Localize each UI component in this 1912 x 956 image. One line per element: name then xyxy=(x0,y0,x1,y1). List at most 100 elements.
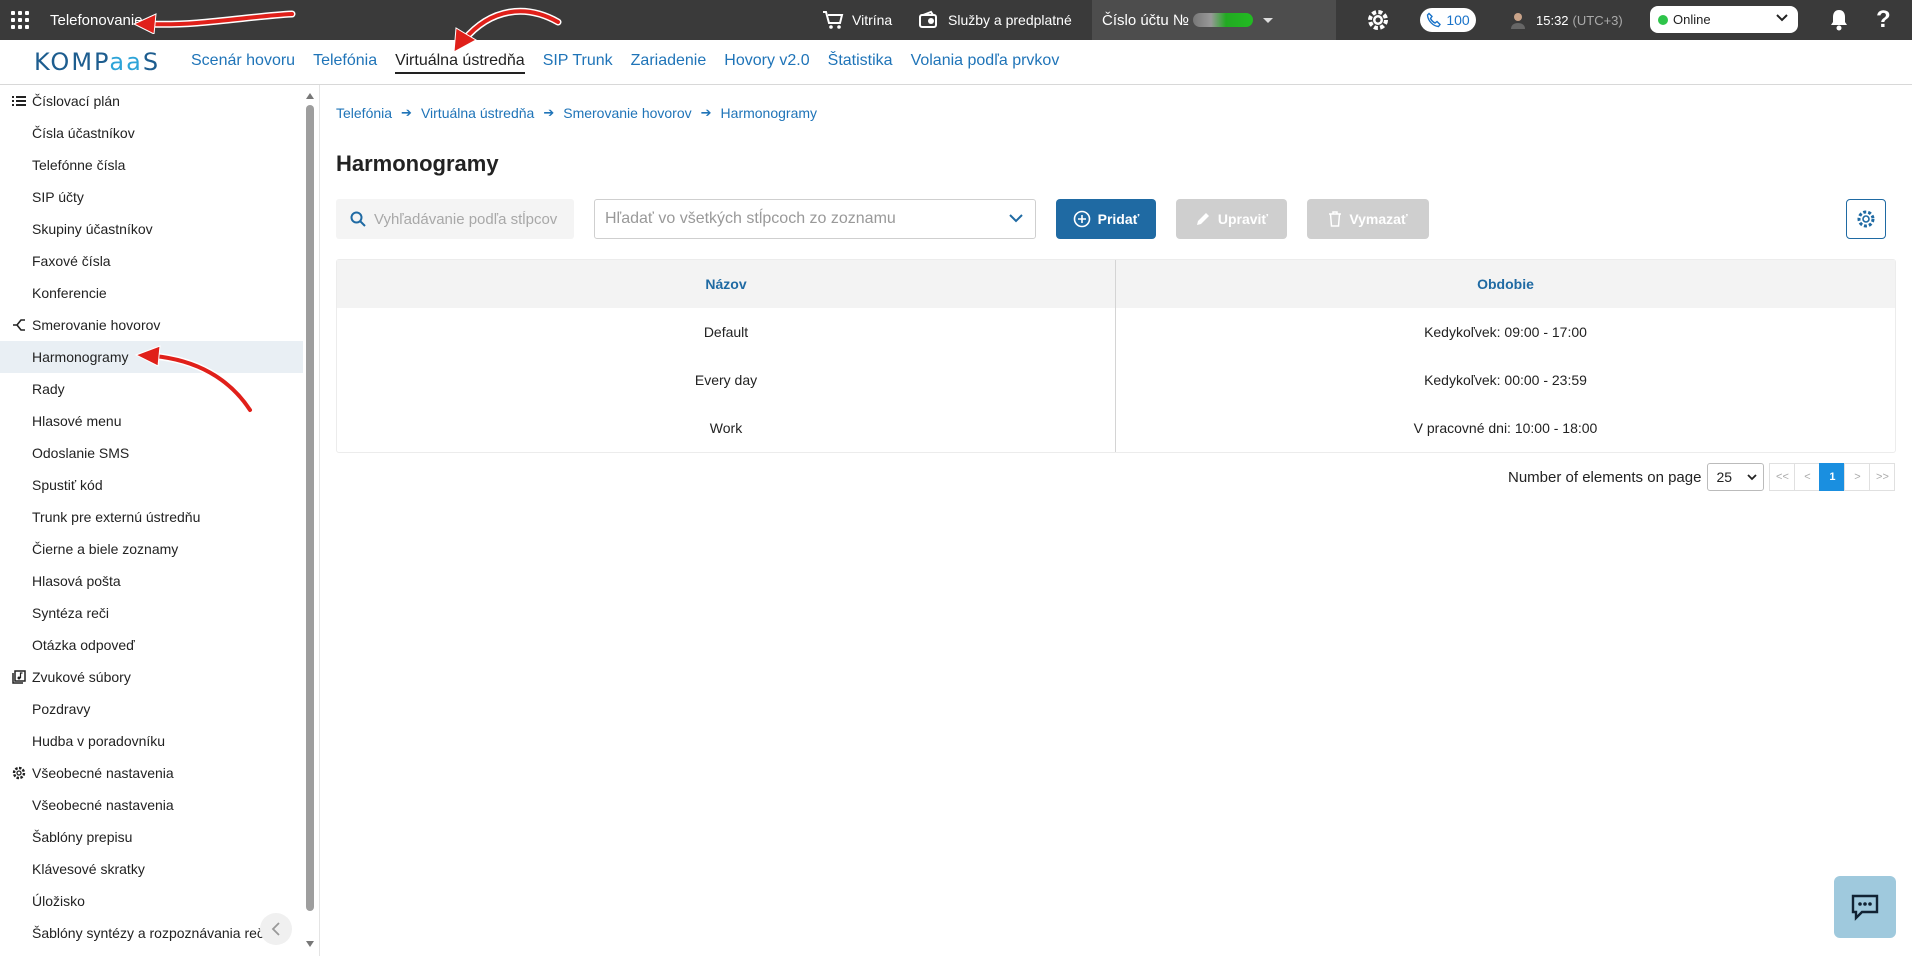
sidebar-item-question-answer[interactable]: Otázka odpoveď xyxy=(0,629,303,661)
sidebar-item-speech-templates[interactable]: Šablóny syntézy a rozpoznávania reč. xyxy=(0,917,303,949)
wallet-icon xyxy=(919,10,937,28)
chat-bubble-icon xyxy=(1851,894,1879,921)
sidebar-group-call-routing[interactable]: Smerovanie hovorov xyxy=(12,309,160,341)
column-header-name[interactable]: Názov xyxy=(337,260,1116,308)
sidebar-item-hold-music[interactable]: Hudba v poradovníku xyxy=(0,725,303,757)
prev-page-button[interactable]: < xyxy=(1794,463,1821,491)
calls-counter-badge[interactable]: 100 xyxy=(1420,8,1476,32)
user-clock[interactable]: 15:32 (UTC+3) xyxy=(1508,0,1623,40)
nav-tab-calls-v2[interactable]: Hovory v2.0 xyxy=(724,50,809,74)
sidebar-item-general-settings[interactable]: Všeobecné nastavenia xyxy=(0,789,303,821)
breadcrumb-item-schedules[interactable]: Harmonogramy xyxy=(721,105,817,121)
scroll-down-arrow-icon[interactable] xyxy=(306,941,314,947)
pencil-icon xyxy=(1196,213,1209,225)
nav-tab-statistics[interactable]: Štatistika xyxy=(828,50,893,74)
phone-icon xyxy=(1427,12,1442,28)
nav-tabs: Scenár hovoru Telefónia Virtuálna ústred… xyxy=(182,50,1068,74)
delete-button[interactable]: Vymazať xyxy=(1307,199,1429,239)
sidebar-group-numbering-plan[interactable]: Číslovací plán xyxy=(12,85,120,117)
column-filter-placeholder: Hľadať vo všetkých stĺpcoch zo zoznamu xyxy=(605,210,896,227)
table-header: Názov Obdobie xyxy=(337,260,1895,308)
settings-gear-button[interactable] xyxy=(1366,0,1398,40)
nav-tab-virtual-pbx[interactable]: Virtuálna ústredňa xyxy=(395,50,525,74)
sidebar-item-run-code[interactable]: Spustiť kód xyxy=(0,469,303,501)
sidebar-item-subscriber-numbers[interactable]: Čísla účastníkov xyxy=(0,117,303,149)
sidebar-item-greetings[interactable]: Pozdravy xyxy=(0,693,303,725)
table-row[interactable]: Default Kedykoľvek: 09:00 - 17:00 xyxy=(337,308,1895,356)
sidebar-item-phone-numbers[interactable]: Telefónne čísla xyxy=(0,149,303,181)
logo-text-left: KOMP xyxy=(34,48,110,76)
page-title: Harmonogramy xyxy=(336,151,499,176)
caret-down-icon xyxy=(1262,17,1273,23)
chat-widget-button[interactable] xyxy=(1834,876,1896,938)
sidebar-item-keyboard-shortcuts[interactable]: Klávesové skratky xyxy=(0,853,303,885)
search-icon xyxy=(350,211,366,227)
sidebar-group-sound-files[interactable]: Zvukové súbory xyxy=(12,661,131,693)
cell-period: Kedykoľvek: 00:00 - 23:59 xyxy=(1424,372,1587,388)
last-page-button[interactable]: >> xyxy=(1869,463,1896,491)
pagination: Number of elements on page 25 << < 1 > >… xyxy=(1508,463,1896,491)
calls-count: 100 xyxy=(1446,12,1470,28)
sidebar-item-queues[interactable]: Rady xyxy=(0,373,303,405)
services-label: Služby a predplatné xyxy=(948,12,1072,28)
help-question-icon[interactable]: ? xyxy=(1876,0,1891,40)
cell-name: Default xyxy=(337,308,1116,356)
presence-status-select[interactable]: Online xyxy=(1650,6,1798,33)
presence-status: Online xyxy=(1673,12,1711,27)
sidebar-item-black-white-lists[interactable]: Čierne a biele zoznamy xyxy=(0,533,303,565)
table-row[interactable]: Work V pracovné dni: 10:00 - 18:00 xyxy=(337,404,1895,452)
top-bar: Telefonovanie Vitrína Služby a predplatn… xyxy=(0,0,1912,40)
search-input[interactable] xyxy=(374,210,564,228)
sidebar-group-general-settings[interactable]: Všeobecné nastavenia xyxy=(12,757,174,789)
breadcrumb-item-call-routing[interactable]: Smerovanie hovorov xyxy=(563,105,691,121)
sidebar-item-storage[interactable]: Úložisko xyxy=(0,885,303,917)
routing-icon xyxy=(13,319,25,331)
gear-icon xyxy=(1857,210,1875,228)
account-number-redacted xyxy=(1192,13,1253,27)
scroll-up-arrow-icon[interactable] xyxy=(306,93,314,99)
nav-tab-sip-trunk[interactable]: SIP Trunk xyxy=(543,50,613,74)
sidebar-item-voice-menu[interactable]: Hlasové menu xyxy=(0,405,303,437)
nav-tab-calls-by-element[interactable]: Volania podľa prvkov xyxy=(911,50,1060,74)
breadcrumb-item-virtual-pbx[interactable]: Virtuálna ústredňa xyxy=(421,105,534,121)
sidebar-item-send-sms[interactable]: Odoslanie SMS xyxy=(0,437,303,469)
page-size-value: 25 xyxy=(1716,469,1733,485)
plus-circle-icon xyxy=(1073,210,1090,228)
column-header-period[interactable]: Obdobie xyxy=(1116,260,1895,308)
column-filter-select[interactable]: Hľadať vo všetkých stĺpcoch zo zoznamu xyxy=(594,199,1036,239)
app-title[interactable]: Telefonovanie xyxy=(50,12,143,29)
table-settings-button[interactable] xyxy=(1846,199,1886,239)
next-page-button[interactable]: > xyxy=(1844,463,1871,491)
sidebar-item-sip-accounts[interactable]: SIP účty xyxy=(0,181,303,213)
sidebar-item-conferences[interactable]: Konferencie xyxy=(0,277,303,309)
sidebar-scrollbar[interactable] xyxy=(306,105,314,911)
add-button-label: Pridať xyxy=(1097,211,1140,227)
first-page-button[interactable]: << xyxy=(1769,463,1796,491)
sidebar-item-external-trunk[interactable]: Trunk pre externú ústredňu xyxy=(0,501,303,533)
edit-button[interactable]: Upraviť xyxy=(1176,199,1287,239)
notifications-button[interactable] xyxy=(1828,0,1858,40)
table-row[interactable]: Every day Kedykoľvek: 00:00 - 23:59 xyxy=(337,356,1895,404)
page-size-label: Number of elements on page xyxy=(1508,468,1702,486)
sidebar-item-schedules[interactable]: Harmonogramy xyxy=(0,341,303,373)
services-link[interactable]: Služby a predplatné xyxy=(918,0,1072,40)
sidebar-item-voicemail[interactable]: Hlasová pošta xyxy=(0,565,303,597)
collapse-sidebar-button[interactable] xyxy=(260,913,292,945)
shop-link[interactable]: Vitrína xyxy=(822,0,892,40)
sidebar-item-fax-numbers[interactable]: Faxové čísla xyxy=(0,245,303,277)
sidebar-item-rewrite-templates[interactable]: Šablóny prepisu xyxy=(0,821,303,853)
nav-tab-devices[interactable]: Zariadenie xyxy=(631,50,707,74)
apps-grid-icon[interactable] xyxy=(2,0,38,40)
sidebar-item-subscriber-groups[interactable]: Skupiny účastníkov xyxy=(0,213,303,245)
nav-tab-call-scenario[interactable]: Scenár hovoru xyxy=(191,50,295,74)
sidebar-item-speech-synthesis[interactable]: Syntéza reči xyxy=(0,597,303,629)
page-size-select[interactable]: 25 xyxy=(1707,463,1765,491)
trash-icon xyxy=(1329,211,1342,227)
breadcrumb-item-telephony[interactable]: Telefónia xyxy=(336,105,392,121)
bell-icon xyxy=(1831,10,1847,31)
nav-tab-telephony[interactable]: Telefónia xyxy=(313,50,377,74)
add-button[interactable]: Pridať xyxy=(1056,199,1156,239)
page-button-current[interactable]: 1 xyxy=(1819,463,1846,491)
account-selector[interactable]: Číslo účtu № xyxy=(1092,0,1336,40)
kompaas-logo[interactable]: KOMPaaS xyxy=(34,48,180,76)
